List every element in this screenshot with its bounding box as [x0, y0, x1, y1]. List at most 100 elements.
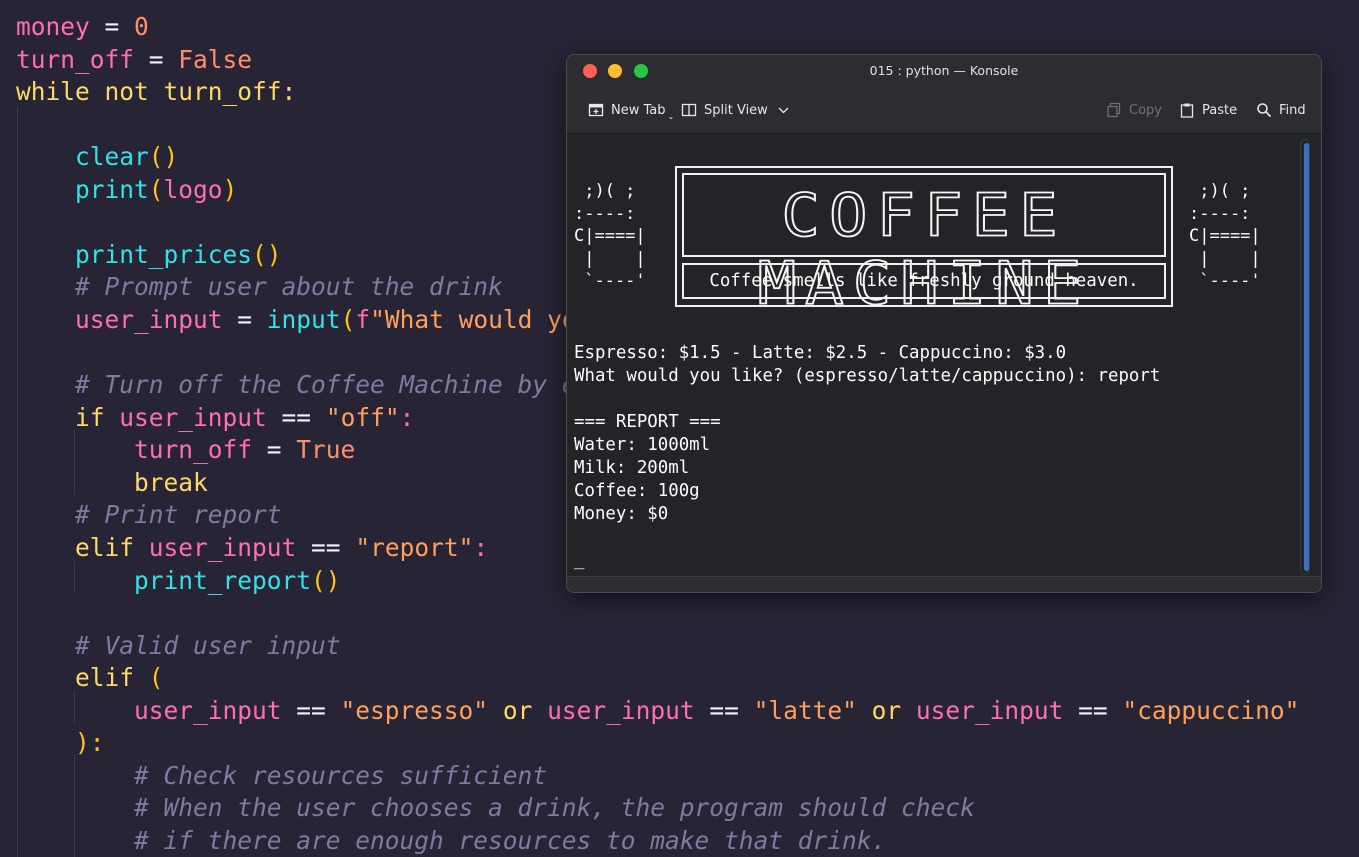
- code-token: (): [148, 142, 179, 172]
- new-tab-button[interactable]: New Tab ⌄: [588, 96, 674, 124]
- code-token: "report": [355, 532, 474, 562]
- code-token: "latte": [753, 695, 857, 725]
- split-view-button[interactable]: Split View: [681, 96, 789, 124]
- code-line: # Valid user input: [16, 630, 341, 662]
- code-token: turn_off: [16, 44, 135, 74]
- code-line: print_report(): [16, 565, 341, 597]
- code-token: elif: [75, 532, 149, 562]
- banner-tagline-box: Coffee smells like freshly ground heaven…: [682, 263, 1166, 299]
- code-token: ):: [75, 728, 105, 758]
- code-token: while not turn_off:: [16, 77, 297, 107]
- code-token: clear: [75, 142, 149, 172]
- code-token: if: [75, 402, 120, 432]
- banner-title-box: COFFEE MACHINE: [682, 173, 1166, 319]
- code-token: print: [75, 174, 149, 204]
- code-token: =: [134, 44, 179, 74]
- code-token: # Check resources sufficient: [16, 760, 548, 790]
- terminal-line: Money: $0: [574, 504, 669, 524]
- code-token: =: [89, 12, 135, 41]
- code-line: # Check resources sufficient: [16, 760, 547, 792]
- copy-button[interactable]: Copy: [1106, 96, 1162, 124]
- terminal-line: Coffee: 100g: [574, 481, 700, 501]
- paste-icon: [1179, 102, 1195, 118]
- banner-tagline: Coffee smells like freshly ground heaven…: [709, 271, 1139, 291]
- title-bar[interactable]: 015 : python — Konsole: [567, 55, 1321, 87]
- code-token: =: [222, 305, 267, 335]
- find-button[interactable]: Find: [1256, 96, 1306, 124]
- search-icon: [1256, 102, 1272, 118]
- code-line: user_input == "espresso" or user_input =…: [16, 695, 1299, 727]
- paste-label: Paste: [1202, 102, 1238, 118]
- code-line: turn_off = True: [16, 434, 355, 466]
- code-token: ==: [694, 695, 754, 725]
- code-line: while not turn_off:: [16, 76, 296, 108]
- code-token: elif: [75, 663, 149, 693]
- window-title: 015 : python — Konsole: [869, 63, 1019, 78]
- code-token: ==: [1063, 695, 1123, 725]
- status-bar: [567, 576, 1321, 592]
- terminal-line: === REPORT ===: [574, 412, 721, 432]
- banner-title: COFFEE MACHINE: [757, 181, 1091, 319]
- new-tab-label: New Tab: [611, 102, 666, 118]
- code-token: =: [252, 435, 297, 465]
- code-token: (): [311, 565, 341, 595]
- code-token: user_input: [134, 695, 282, 725]
- code-token: # Valid user input: [16, 630, 341, 660]
- code-token: user_input: [75, 305, 223, 335]
- code-line: # When the user chooses a drink, the pro…: [16, 792, 975, 824]
- konsole-window[interactable]: 015 : python — Konsole New Tab ⌄ Split V…: [566, 54, 1322, 593]
- code-token: "off": [325, 402, 400, 432]
- code-token: print_report: [134, 565, 312, 595]
- code-line: clear(): [16, 141, 178, 173]
- code-token: input: [266, 305, 341, 335]
- code-token: (): [252, 239, 282, 269]
- code-token: f: [355, 305, 371, 335]
- split-view-icon: [681, 102, 697, 118]
- ascii-banner: COFFEE MACHINE Coffee smells like freshl…: [675, 166, 1173, 319]
- code-token: "espresso": [340, 695, 489, 725]
- terminal-line: Water: 1000ml: [574, 435, 711, 455]
- code-token: # Prompt user about the drink: [16, 272, 503, 302]
- code-line: money = 0: [16, 11, 149, 43]
- toolbar: New Tab ⌄ Split View Copy Paste Find: [567, 87, 1321, 134]
- code-line: turn_off = False: [16, 44, 252, 76]
- code-token: ): [222, 174, 238, 204]
- code-line: # Print report: [16, 499, 282, 531]
- ascii-mug-left: ;)( ; :----: C|====| | | `----': [574, 181, 646, 291]
- paste-button[interactable]: Paste: [1179, 96, 1237, 124]
- code-token: money: [16, 12, 90, 41]
- code-line: elif user_input == "report":: [16, 532, 488, 564]
- code-line: print(logo): [16, 174, 237, 206]
- code-token: turn_off: [134, 435, 253, 465]
- code-token: or: [488, 695, 548, 725]
- code-line: # if there are enough resources to make …: [16, 825, 886, 857]
- code-token: user_input: [547, 695, 695, 725]
- ascii-mug-right: ;)( ; :----: C|====| | | `----': [1189, 181, 1261, 291]
- split-view-label: Split View: [704, 102, 768, 118]
- code-token: break: [134, 467, 208, 497]
- code-line: elif (: [16, 662, 164, 694]
- terminal-line: Milk: 200ml: [574, 458, 690, 478]
- copy-label: Copy: [1129, 102, 1162, 118]
- scrollbar-thumb[interactable]: [1304, 143, 1309, 571]
- chevron-down-icon: ⌄: [667, 111, 675, 121]
- code-token: False: [178, 44, 253, 74]
- code-token: ==: [296, 532, 356, 562]
- code-token: # Print report: [16, 500, 282, 530]
- code-line: if user_input == "off":: [16, 402, 414, 434]
- terminal-line: What would you like? (espresso/latte/cap…: [574, 366, 1161, 386]
- code-token: :: [473, 532, 489, 562]
- code-line: # Prompt user about the drink: [16, 271, 503, 303]
- code-token: # When the user chooses a drink, the pro…: [16, 793, 975, 823]
- code-token: or: [856, 695, 916, 725]
- terminal-output[interactable]: ;)( ; :----: C|====| | | `----' ;)( ; :-…: [567, 134, 1321, 576]
